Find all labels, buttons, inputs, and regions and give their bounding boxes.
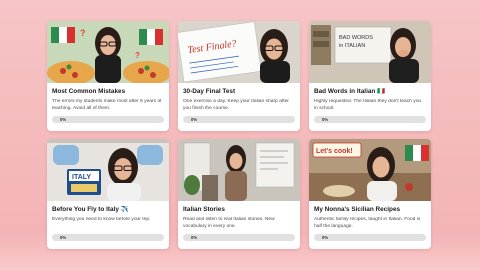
course-grid: ? ? Most Common Mistakes The errors my s… — [47, 21, 431, 249]
course-title[interactable]: Bad Words in Italian 🇮🇹 — [314, 88, 426, 96]
progress-bar: 0% — [314, 234, 426, 241]
progress-label: 0% — [60, 117, 67, 122]
lets-cook-sign-text: Let's cook! — [316, 148, 353, 155]
svg-text:?: ? — [80, 28, 86, 38]
progress-bar: 0% — [314, 116, 426, 123]
course-title[interactable]: Most Common Mistakes — [52, 88, 164, 96]
course-description: Read and listen to real Italian stories.… — [183, 217, 275, 229]
progress-label: 0% — [191, 235, 198, 240]
course-description: Everything you need to know before your … — [52, 217, 151, 222]
progress-label: 0% — [322, 235, 329, 240]
course-thumbnail — [178, 139, 300, 201]
course-description: One exercise a day. Keep your Italian sh… — [183, 99, 289, 111]
course-description: Highly requested. The Italian they don't… — [314, 99, 422, 111]
svg-text:in ITALIAN: in ITALIAN — [339, 43, 365, 49]
course-card-my-nonnas-sicilian-recipes[interactable]: Let's cook! My Nonna's Sicilian Recipes … — [309, 139, 431, 249]
progress-bar: 0% — [52, 234, 164, 241]
progress-bar: 0% — [183, 116, 295, 123]
course-thumbnail: Test Finale? — [178, 21, 300, 83]
course-description: The errors my students make most after 6… — [52, 99, 162, 111]
svg-text:?: ? — [135, 51, 140, 60]
svg-text:BAD WORDS: BAD WORDS — [339, 35, 373, 41]
course-title[interactable]: My Nonna's Sicilian Recipes — [314, 206, 426, 214]
progress-bar: 0% — [183, 234, 295, 241]
course-card-most-common-mistakes[interactable]: ? ? Most Common Mistakes The errors my s… — [47, 21, 169, 131]
course-thumbnail: ? ? — [47, 21, 169, 83]
course-title[interactable]: Before You Fly to Italy ✈️ — [52, 206, 164, 214]
course-thumbnail: ITALY — [47, 139, 169, 201]
course-card-before-you-fly-to-italy[interactable]: ITALY Before You Fly to Italy ✈️ Everyth… — [47, 139, 169, 249]
progress-label: 0% — [322, 117, 329, 122]
passport-sign-text: ITALY — [72, 174, 91, 181]
course-thumbnail: BAD WORDS in ITALIAN — [309, 21, 431, 83]
progress-label: 0% — [191, 117, 198, 122]
progress-label: 0% — [60, 235, 67, 240]
course-title[interactable]: 30-Day Final Test — [183, 88, 295, 96]
course-title[interactable]: Italian Stories — [183, 206, 295, 214]
course-thumbnail: Let's cook! — [309, 139, 431, 201]
progress-bar: 0% — [52, 116, 164, 123]
course-card-italian-stories[interactable]: Italian Stories Read and listen to real … — [178, 139, 300, 249]
course-description: Authentic family recipes, taught in Ital… — [314, 217, 421, 229]
course-card-bad-words-in-italian[interactable]: BAD WORDS in ITALIAN Bad Words in Italia… — [309, 21, 431, 131]
course-card-30-day-final-test[interactable]: Test Finale? 30-Day Final Test One exerc… — [178, 21, 300, 131]
